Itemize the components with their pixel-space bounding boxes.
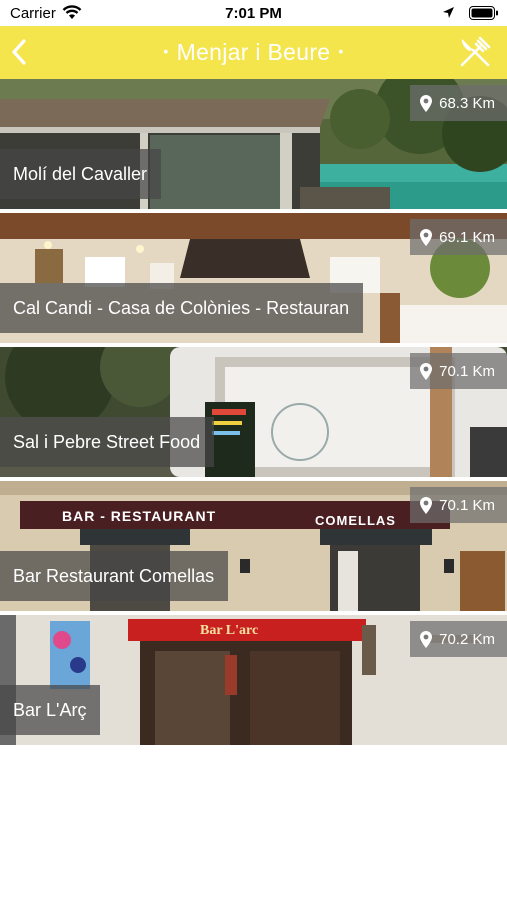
restaurant-row-moli-del-cavaller[interactable]: 68.3 Km Molí del Cavaller xyxy=(0,79,507,209)
restaurant-row-cal-candi[interactable]: 69.1 Km Cal Candi - Casa de Colònies - R… xyxy=(0,213,507,343)
sign-comellas: COMELLAS xyxy=(315,513,396,528)
restaurant-row-comellas[interactable]: BAR - RESTAURANT COMELLAS 70.1 Km Bar Re… xyxy=(0,481,507,611)
restaurant-name: Cal Candi - Casa de Colònies - Restauran xyxy=(0,283,364,333)
cutlery-button[interactable] xyxy=(457,34,493,70)
nav-bar: • Menjar i Beure • xyxy=(0,26,507,79)
location-arrow-icon xyxy=(443,7,454,18)
map-pin-icon xyxy=(420,94,433,112)
page-title-container: • Menjar i Beure • xyxy=(163,39,344,65)
map-pin-icon xyxy=(420,362,433,380)
distance-badge: 68.3 Km xyxy=(410,85,507,121)
restaurant-row-sal-i-pebre[interactable]: 70.1 Km Sal i Pebre Street Food xyxy=(0,347,507,477)
status-time: 7:01 PM xyxy=(225,5,282,22)
page-title: Menjar i Beure xyxy=(176,39,331,65)
distance-label: 70.2 Km xyxy=(439,630,495,648)
distance-badge: 70.1 Km xyxy=(410,353,507,389)
distance-label: 70.1 Km xyxy=(439,496,495,514)
fork-knife-icon xyxy=(460,36,491,67)
distance-label: 68.3 Km xyxy=(439,94,495,112)
restaurant-name: Bar Restaurant Comellas xyxy=(0,551,229,601)
distance-label: 69.1 Km xyxy=(439,228,495,246)
restaurant-name: Sal i Pebre Street Food xyxy=(0,417,215,467)
sign-bar-restaurant: BAR - RESTAURANT xyxy=(62,508,216,524)
distance-label: 70.1 Km xyxy=(439,362,495,380)
restaurant-row-bar-larc[interactable]: Bar L'arc 70.2 Km Bar L'Arç xyxy=(0,615,507,745)
status-bar: Carrier 7:01 PM xyxy=(0,0,507,26)
restaurant-name: Molí del Cavaller xyxy=(0,149,162,199)
battery-icon xyxy=(469,6,498,20)
sign-bar-larc: Bar L'arc xyxy=(200,623,258,638)
distance-badge: 70.1 Km xyxy=(410,487,507,523)
distance-badge: 69.1 Km xyxy=(410,219,507,255)
map-pin-icon xyxy=(420,228,433,246)
restaurant-name: Bar L'Arç xyxy=(0,685,101,735)
map-pin-icon xyxy=(420,630,433,648)
map-pin-icon xyxy=(420,496,433,514)
distance-badge: 70.2 Km xyxy=(410,621,507,657)
